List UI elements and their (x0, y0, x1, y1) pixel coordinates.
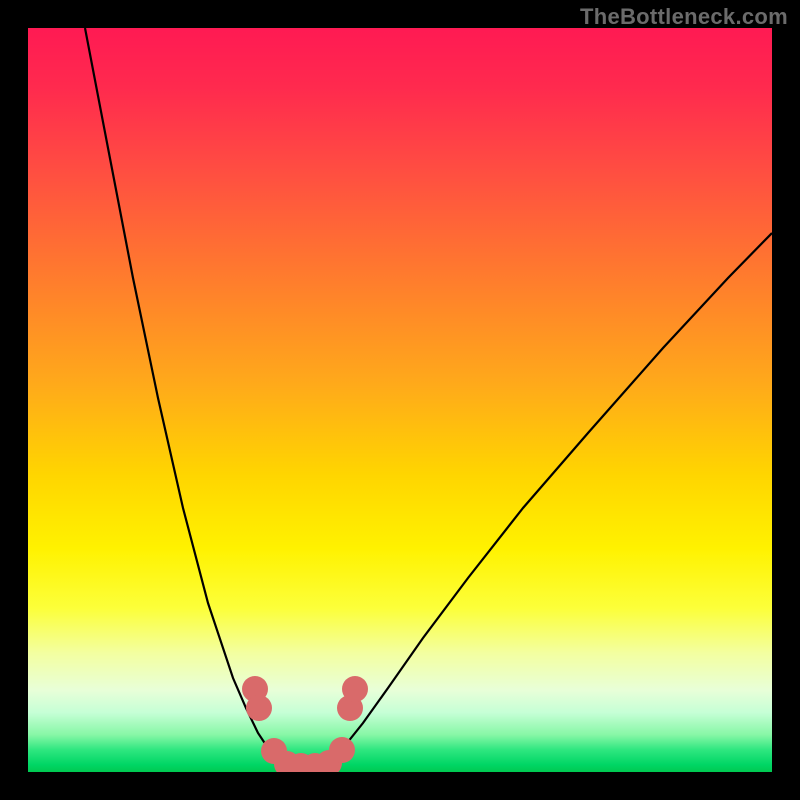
curve-left-arm (85, 28, 278, 763)
valley-marker (342, 676, 368, 702)
watermark-text: TheBottleneck.com (580, 4, 788, 30)
chart-frame: TheBottleneck.com (0, 0, 800, 800)
curve-svg (28, 28, 772, 772)
valley-marker (246, 695, 272, 721)
curve-right-arm (328, 233, 772, 763)
valley-markers-group (242, 676, 368, 772)
valley-marker (329, 737, 355, 763)
plot-area (28, 28, 772, 772)
